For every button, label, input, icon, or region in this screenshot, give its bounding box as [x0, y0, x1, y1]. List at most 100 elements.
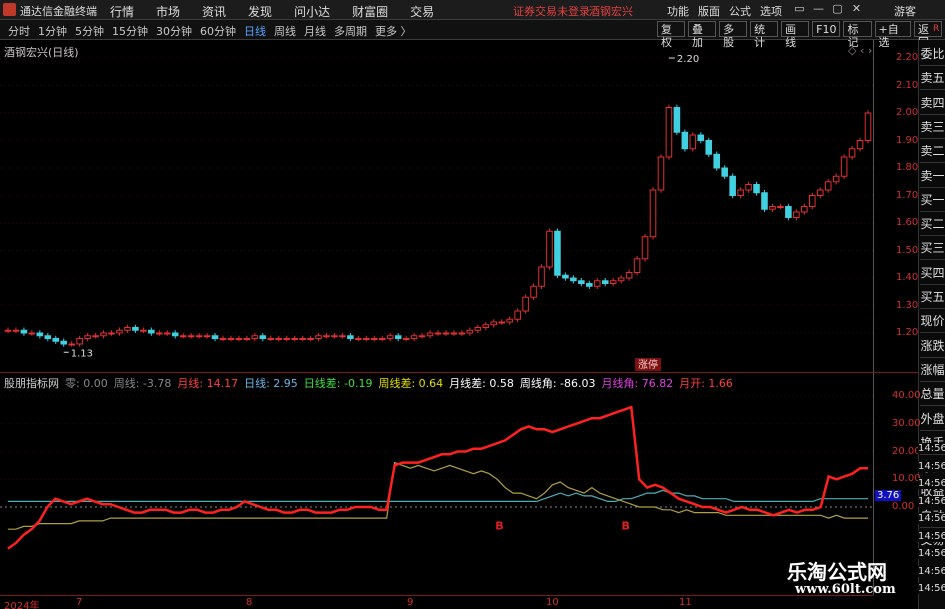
- candle: [546, 230, 553, 268]
- tool-draw-button[interactable]: 画线: [781, 21, 810, 49]
- side-panel-item[interactable]: 卖一: [920, 166, 945, 188]
- tool-mark-button[interactable]: 标记: [843, 21, 872, 49]
- time-label: 14:56: [918, 460, 945, 472]
- time-label: 14:56: [918, 443, 945, 454]
- side-panel-item[interactable]: 委比: [920, 44, 945, 66]
- tool-adjust-button[interactable]: 复权: [657, 21, 686, 49]
- period-intraday[interactable]: 分时: [8, 23, 30, 39]
- kline-chart[interactable]: 2.20 1.13 涨停: [0, 40, 873, 372]
- side-panel-item[interactable]: 卖二: [920, 141, 945, 164]
- candle: [124, 327, 131, 331]
- side-panel-item[interactable]: 买五: [920, 287, 945, 309]
- r-tag: R: [933, 24, 940, 34]
- restore-icon[interactable]: ▭: [790, 2, 809, 15]
- indicator-tick: 30.00: [892, 417, 921, 429]
- tool-multistock-button[interactable]: 多股: [719, 21, 748, 49]
- period-30min[interactable]: 30分钟: [156, 23, 192, 39]
- period-60min[interactable]: 60分钟: [200, 23, 236, 39]
- date-axis: 2024年 7 8 9 10 11: [0, 595, 873, 609]
- side-panel-item[interactable]: 买四: [920, 263, 945, 285]
- candle: [60, 340, 68, 345]
- candle: [808, 195, 816, 207]
- candle: [474, 327, 482, 331]
- candle: [323, 335, 330, 338]
- main-chart-controls[interactable]: ◇ ‹ ›: [848, 44, 872, 57]
- menu-discover[interactable]: 发现: [248, 3, 272, 20]
- candle: [283, 338, 290, 340]
- menu-options[interactable]: 选项: [760, 3, 782, 19]
- menu-market[interactable]: 市场: [156, 3, 180, 20]
- side-panel-item[interactable]: 买二: [920, 214, 945, 237]
- menu-trade[interactable]: 交易: [410, 3, 434, 20]
- candle: [378, 338, 386, 340]
- tool-stats-button[interactable]: 统计: [750, 21, 779, 49]
- side-panel-item[interactable]: 买三: [920, 238, 945, 261]
- tool-f10-button[interactable]: F10: [812, 21, 841, 37]
- candle: [466, 329, 474, 334]
- series-line-周线: [7, 461, 869, 530]
- candle: [793, 211, 800, 218]
- candle: [554, 230, 561, 276]
- candle: [641, 236, 649, 260]
- period-daily[interactable]: 日线: [244, 23, 266, 39]
- candle: [689, 134, 697, 150]
- candle: [570, 277, 577, 282]
- limit-up-text: 涨停: [638, 358, 658, 371]
- side-panel-item[interactable]: 卖三: [920, 117, 945, 139]
- period-monthly[interactable]: 月线: [304, 23, 326, 39]
- period-1min[interactable]: 1分钟: [38, 23, 67, 39]
- candle: [578, 280, 585, 284]
- tool-overlay-button[interactable]: 叠加: [688, 21, 717, 49]
- side-panel-item[interactable]: 涨幅: [920, 360, 945, 382]
- side-panel-item[interactable]: 总量: [920, 384, 945, 407]
- candle: [291, 338, 298, 340]
- watermark-title: 乐淘公式网: [787, 560, 887, 584]
- date-label: 9: [407, 597, 414, 608]
- candle: [140, 329, 147, 332]
- candle: [100, 332, 107, 337]
- period-multi[interactable]: 多周期: [334, 23, 367, 39]
- candle: [211, 335, 219, 339]
- candle: [816, 189, 824, 196]
- period-more[interactable]: 更多 〉: [375, 23, 412, 39]
- candle: [116, 329, 123, 334]
- menu-formula[interactable]: 公式: [729, 3, 751, 19]
- candle: [848, 148, 856, 158]
- indicator-chart[interactable]: BB: [0, 373, 873, 595]
- price-tick: 1.20: [896, 327, 919, 338]
- candle: [442, 332, 450, 335]
- side-panel-item[interactable]: 卖四: [920, 93, 945, 115]
- time-label: 14:56: [918, 513, 945, 524]
- price-tick: 1.30: [896, 299, 919, 311]
- period-15min[interactable]: 15分钟: [112, 23, 148, 39]
- period-5min[interactable]: 5分钟: [75, 23, 104, 39]
- side-panel-item[interactable]: 涨跌: [920, 336, 945, 358]
- minimize-icon[interactable]: —: [809, 2, 828, 15]
- side-panel-item[interactable]: 现价: [920, 311, 945, 334]
- candle: [251, 335, 259, 339]
- candle: [108, 332, 115, 335]
- menu-news[interactable]: 资讯: [202, 3, 226, 20]
- menu-layout[interactable]: 版面: [698, 3, 720, 19]
- maximize-icon[interactable]: ▢: [828, 2, 847, 15]
- side-panel-item[interactable]: 外盘: [920, 409, 945, 431]
- tool-add-watchlist-button[interactable]: +自选: [874, 21, 911, 49]
- period-weekly[interactable]: 周线: [274, 23, 296, 39]
- guest-user[interactable]: 游客: [894, 3, 916, 19]
- menu-quotes[interactable]: 行情: [110, 3, 134, 20]
- candle: [331, 335, 338, 338]
- candle: [785, 206, 792, 218]
- side-panel-item[interactable]: 卖五: [920, 68, 945, 91]
- menu-wealth[interactable]: 财富圈: [352, 3, 388, 20]
- close-icon[interactable]: ✕: [847, 2, 866, 15]
- candle: [195, 335, 203, 338]
- candle: [673, 107, 681, 133]
- side-panel-item[interactable]: 买一: [920, 190, 945, 212]
- candle: [737, 189, 744, 196]
- login-alert[interactable]: 证券交易未登录: [513, 3, 590, 19]
- candle: [506, 318, 513, 323]
- menu-function[interactable]: 功能: [667, 3, 689, 19]
- candle: [840, 156, 848, 177]
- menu-ask[interactable]: 问小达: [294, 3, 330, 20]
- time-label: 14:56: [918, 530, 945, 542]
